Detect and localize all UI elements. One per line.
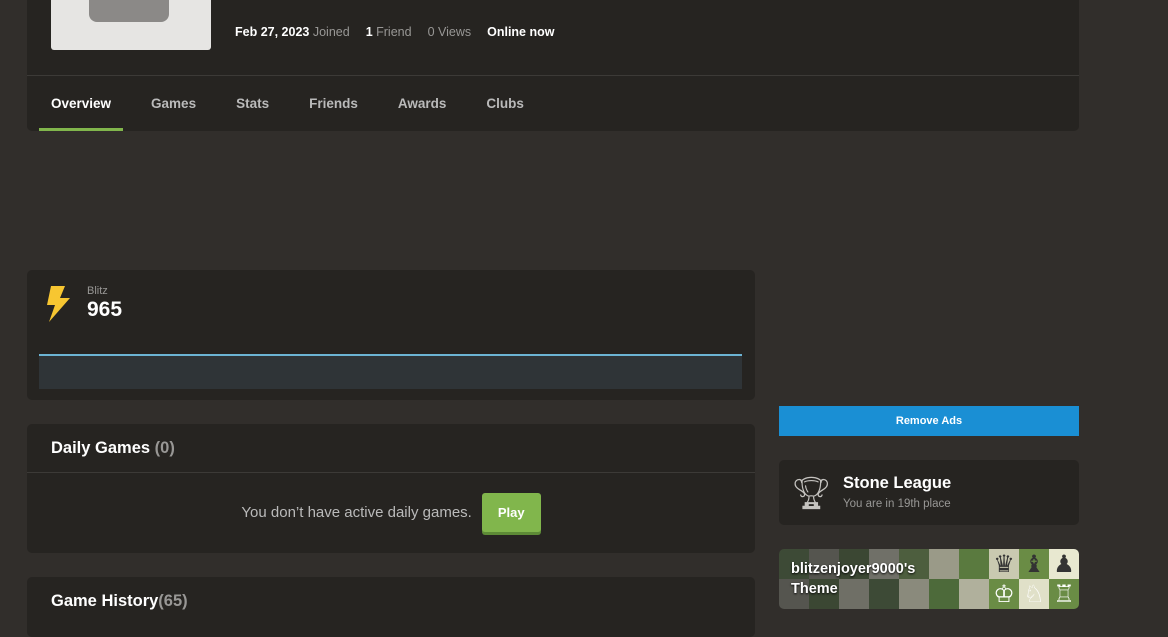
avatar[interactable] [51, 0, 211, 50]
board-square [959, 579, 989, 609]
friends-label: Friend [376, 25, 412, 39]
black-queen-icon: ♛ [989, 549, 1019, 579]
daily-title: Daily Games [51, 439, 151, 457]
friends-link[interactable]: 1 Friend [366, 25, 412, 39]
remove-ads-button[interactable]: Remove Ads [779, 406, 1079, 436]
views-count: 0 Views [427, 25, 472, 39]
play-button[interactable]: Play [481, 493, 541, 532]
history-count: (65) [158, 592, 188, 610]
theme-line2: Theme [791, 581, 838, 597]
tab-stats[interactable]: Stats [224, 76, 281, 131]
history-title: Game History [51, 592, 159, 610]
daily-games-card: Daily Games (0) You don’t have active da… [27, 424, 755, 553]
divider [27, 472, 755, 473]
friends-count: 1 [365, 25, 373, 39]
board-square [959, 549, 989, 579]
black-bishop-icon: ♝ [1019, 549, 1049, 579]
profile-meta: Feb 27, 2023 Joined 1 Friend 0 Views Onl… [235, 25, 554, 39]
game-history-card: Game History(65) [27, 577, 755, 637]
profile-tabs: Overview Games Stats Friends Awards Club… [39, 76, 552, 131]
blitz-rating-card[interactable]: Blitz 965 [27, 270, 755, 400]
daily-games-title: Daily Games (0) [51, 439, 175, 458]
black-pawn-icon: ♟ [1049, 549, 1079, 579]
theme-line1: blitzenjoyer9000's [791, 561, 916, 577]
league-subtitle: You are in 19th place [843, 498, 951, 510]
profile-header: Feb 27, 2023 Joined 1 Friend 0 Views Onl… [27, 0, 1079, 131]
tab-awards[interactable]: Awards [386, 76, 459, 131]
daily-count: (0) [154, 439, 175, 457]
theme-title: blitzenjoyer9000's Theme [791, 559, 915, 599]
white-rook-icon: ♖ [1049, 579, 1079, 609]
lightning-icon [47, 286, 70, 322]
board-square [929, 549, 959, 579]
rating-value: 965 [87, 298, 123, 321]
tab-overview[interactable]: Overview [39, 76, 124, 131]
tab-games[interactable]: Games [139, 76, 208, 131]
league-card[interactable]: 🏆︎ Stone League You are in 19th place [779, 460, 1079, 525]
tab-friends[interactable]: Friends [297, 76, 370, 131]
joined-date: Feb 27, 2023 [235, 25, 310, 39]
rating-graph [39, 354, 742, 389]
trophy-icon: 🏆︎ [791, 475, 832, 511]
tab-clubs[interactable]: Clubs [474, 76, 536, 131]
league-title: Stone League [843, 474, 952, 492]
theme-card[interactable]: ♛ ♝ ♟ ♔ ♘ ♖ blitzenjoyer9000's Theme [779, 549, 1079, 609]
rating-label: Blitz [87, 285, 108, 297]
white-knight-icon: ♘ [1019, 579, 1049, 609]
white-king-icon: ♔ [989, 579, 1019, 609]
joined-label: Joined [312, 25, 350, 39]
online-status: Online now [487, 25, 555, 39]
empty-message: You don’t have active daily games. [241, 504, 472, 521]
board-square [929, 579, 959, 609]
